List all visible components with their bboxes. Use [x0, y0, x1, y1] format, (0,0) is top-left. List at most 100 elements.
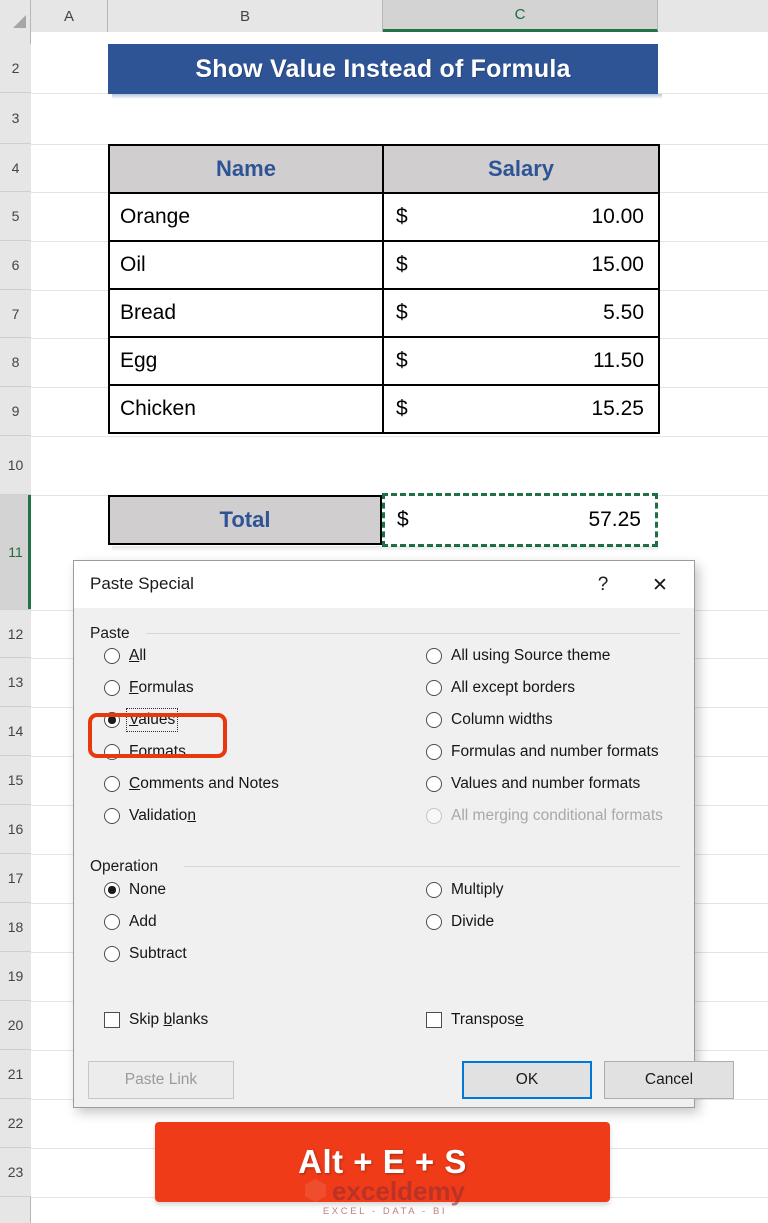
paste-special-dialog: Paste Special ? ✕ Paste All Formulas Value…	[73, 560, 734, 1108]
row-header-17[interactable]: 17	[0, 854, 31, 903]
operation-option-label: Divide	[451, 913, 495, 930]
operation-group-rule	[184, 866, 680, 867]
transpose-checkbox[interactable]: Transpose	[426, 1011, 524, 1029]
radio-button-icon	[104, 946, 120, 962]
radio-button-icon	[426, 776, 442, 792]
row-header-18[interactable]: 18	[0, 903, 31, 952]
row-header-22-label: 22	[7, 1115, 24, 1131]
row-header-8[interactable]: 8	[0, 338, 31, 387]
row-header-18-label: 18	[7, 919, 24, 935]
dialog-title-text: Paste Special	[90, 574, 194, 593]
skip-blanks-checkbox[interactable]: Skip blanks	[104, 1011, 208, 1029]
table-row[interactable]: Egg $11.50	[108, 336, 660, 386]
paste-option-values-and-number-formats[interactable]: Values and number formats	[426, 775, 640, 793]
paste-group-rule	[146, 633, 680, 634]
column-header-a[interactable]: A	[31, 0, 108, 32]
radio-button-icon	[426, 680, 442, 696]
table-row[interactable]: Bread $5.50	[108, 288, 660, 338]
row-header-9[interactable]: 9	[0, 387, 31, 436]
cell-salary[interactable]: $11.50	[382, 336, 660, 386]
paste-option-all-except-borders[interactable]: All except borders	[426, 679, 575, 697]
cell-name[interactable]: Egg	[108, 336, 384, 386]
row-header-5[interactable]: 5	[0, 192, 31, 241]
operation-option-none[interactable]: None	[104, 881, 166, 899]
worksheet-title-text: Show Value Instead of Formula	[195, 54, 571, 83]
paste-option-validation[interactable]: Validation	[104, 807, 196, 825]
cell-salary[interactable]: $10.00	[382, 192, 660, 242]
cell-name[interactable]: Oil	[108, 240, 384, 290]
paste-option-comments-and-notes[interactable]: Comments and Notes	[104, 775, 279, 793]
radio-button-icon	[104, 744, 120, 760]
row-header-23[interactable]: 23	[0, 1148, 31, 1197]
column-header-c-label: C	[514, 6, 526, 23]
cancel-button[interactable]: Cancel	[604, 1061, 734, 1099]
table-row[interactable]: Chicken $15.25	[108, 384, 660, 434]
radio-button-icon	[426, 648, 442, 664]
row-header-4[interactable]: 4	[0, 144, 31, 192]
table-row[interactable]: Oil $15.00	[108, 240, 660, 290]
row-header-22[interactable]: 22	[0, 1099, 31, 1148]
row-header-15[interactable]: 15	[0, 756, 31, 805]
table-row[interactable]: Orange $10.00	[108, 192, 660, 242]
row-header-12[interactable]: 12	[0, 610, 31, 658]
row-header-7-label: 7	[11, 305, 20, 322]
paste-option-label: Formulas	[129, 679, 194, 696]
column-header-c[interactable]: C	[383, 0, 658, 32]
skip-blanks-box-icon	[104, 1012, 120, 1028]
row-header-16[interactable]: 16	[0, 805, 31, 854]
paste-option-formulas[interactable]: Formulas	[104, 679, 194, 697]
paste-option-values[interactable]: Values	[104, 708, 179, 732]
paste-option-column-widths[interactable]: Column widths	[426, 711, 553, 729]
paste-option-label: Column widths	[451, 711, 553, 728]
paste-option-all-using-source-theme[interactable]: All using Source theme	[426, 647, 610, 665]
table-header-row: Name Salary	[108, 144, 660, 194]
paste-option-label: Values and number formats	[451, 775, 641, 792]
close-x-icon[interactable]: ✕	[640, 571, 680, 599]
operation-option-divide[interactable]: Divide	[426, 913, 494, 931]
table-header-name: Name	[108, 144, 384, 194]
operation-option-multiply[interactable]: Multiply	[426, 881, 504, 899]
row-header-15-label: 15	[7, 772, 24, 788]
shortcut-banner: Alt + E + S	[155, 1122, 610, 1202]
cell-salary[interactable]: $5.50	[382, 288, 660, 338]
operation-option-label: Add	[129, 913, 157, 930]
column-header-d[interactable]	[658, 0, 768, 32]
dialog-title-bar[interactable]: Paste Special ? ✕	[74, 561, 694, 608]
cell-name[interactable]: Chicken	[108, 384, 384, 434]
row-header-6[interactable]: 6	[0, 241, 31, 290]
row-header-3[interactable]: 3	[0, 93, 31, 144]
exceldemy-tagline: EXCEL - DATA - BI	[322, 1205, 448, 1217]
row-header-4-label: 4	[11, 159, 20, 176]
row-header-10[interactable]: 10	[0, 436, 31, 495]
radio-button-icon	[104, 776, 120, 792]
paste-option-all[interactable]: All	[104, 647, 146, 665]
row-header-20[interactable]: 20	[0, 1001, 31, 1050]
transpose-label: Transpose	[451, 1011, 524, 1028]
row-header-11[interactable]: 11	[0, 495, 31, 610]
row-header-7[interactable]: 7	[0, 290, 31, 338]
row-header-12-label: 12	[7, 625, 24, 642]
ok-button[interactable]: OK	[462, 1061, 592, 1099]
cell-name[interactable]: Bread	[108, 288, 384, 338]
paste-option-formats[interactable]: Formats	[104, 743, 186, 761]
paste-option-formulas-and-number-formats[interactable]: Formulas and number formats	[426, 743, 659, 761]
skip-blanks-label: Skip blanks	[129, 1011, 209, 1028]
cell-salary[interactable]: $15.00	[382, 240, 660, 290]
operation-option-subtract[interactable]: Subtract	[104, 945, 187, 963]
row-header-2[interactable]: 2	[0, 44, 31, 93]
operation-option-add[interactable]: Add	[104, 913, 157, 931]
paste-option-label: Formulas and number formats	[451, 743, 659, 760]
row-header-13[interactable]: 13	[0, 658, 31, 707]
row-header-21[interactable]: 21	[0, 1050, 31, 1099]
total-value-cell-selected[interactable]: $ 57.25	[382, 493, 658, 547]
paste-link-button[interactable]: Paste Link	[88, 1061, 234, 1099]
cell-salary[interactable]: $15.25	[382, 384, 660, 434]
cell-name[interactable]: Orange	[108, 192, 384, 242]
currency-symbol: $	[396, 349, 408, 372]
column-header-b[interactable]: B	[108, 0, 383, 32]
select-all-corner[interactable]	[0, 0, 31, 32]
row-header-6-label: 6	[11, 257, 20, 273]
row-header-19[interactable]: 19	[0, 952, 31, 1001]
question-mark-icon[interactable]: ?	[586, 571, 620, 599]
row-header-14[interactable]: 14	[0, 707, 31, 756]
